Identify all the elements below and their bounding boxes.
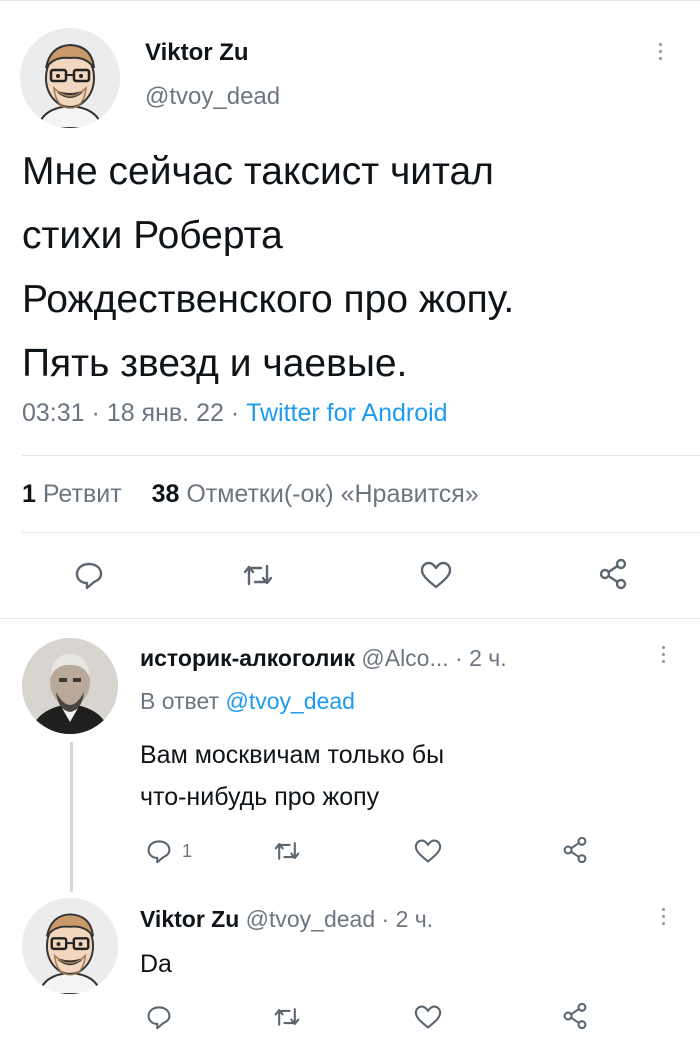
tweet-date[interactable]: 18 янв. 22 (107, 399, 224, 427)
reply-author-avatar[interactable] (22, 638, 118, 734)
author-handle[interactable]: @tvoy_dead (145, 82, 280, 112)
cartoon-avatar-icon (20, 28, 120, 128)
reply-text-line: что-нибудь про жопу (140, 783, 380, 811)
more-options-icon[interactable] (662, 908, 668, 929)
reply-icon[interactable] (74, 560, 104, 590)
tweet-text: Мне сейчас таксист читал стихи Роберта Р… (22, 140, 514, 396)
more-options-icon[interactable] (659, 43, 665, 64)
likes-count[interactable]: 38 (152, 480, 180, 508)
tweet-text-line: Рождественского про жопу. (22, 278, 515, 321)
reply-icon[interactable] (146, 1004, 172, 1030)
portrait-photo-icon (22, 638, 118, 734)
retweets-label[interactable]: Ретвит (43, 480, 122, 508)
reply-count[interactable]: 1 (182, 840, 192, 862)
reply-author-avatar[interactable] (22, 898, 118, 994)
thread-connector-line (70, 742, 73, 892)
reply-author-handle[interactable]: @Alco... (361, 645, 448, 671)
retweet-icon[interactable] (241, 560, 275, 590)
likes-label[interactable]: Отметки(-ок) «Нравится» (186, 480, 478, 508)
reply-header: историк-алкоголик @Alco... · 2 ч. (140, 643, 507, 673)
share-icon[interactable] (562, 836, 588, 864)
reply-time[interactable]: · 2 ч. (455, 645, 507, 671)
reply-header: Viktor Zu @tvoy_dead · 2 ч. (140, 904, 433, 934)
reply-to-handle[interactable]: @tvoy_dead (225, 688, 355, 714)
tweet-text-line: Мне сейчас таксист читал (22, 150, 494, 193)
reply-author-name[interactable]: историк-алкоголик (140, 645, 355, 671)
author-name[interactable]: Viktor Zu (145, 38, 249, 68)
reply-icon[interactable] (146, 838, 172, 864)
like-icon[interactable] (414, 838, 442, 864)
cartoon-avatar-icon (22, 898, 118, 994)
like-icon[interactable] (414, 1004, 442, 1030)
retweets-count[interactable]: 1 (22, 480, 36, 508)
reply-to-line: В ответ @tvoy_dead (140, 686, 355, 716)
share-icon[interactable] (598, 558, 628, 590)
like-icon[interactable] (420, 560, 452, 590)
reply-text: Вам москвичам только бы что-нибудь про ж… (140, 734, 444, 818)
more-options-icon[interactable] (662, 646, 668, 667)
reply-to-prefix: В ответ (140, 688, 220, 714)
engagement-stats: 1 Ретвит 38 Отметки(-ок) «Нравится» (22, 478, 479, 510)
tweet-meta: 03:31 · 18 янв. 22 · Twitter for Android (22, 397, 448, 429)
share-icon[interactable] (562, 1002, 588, 1030)
tweet-text-line: Пять звезд и чаевые. (22, 342, 408, 385)
tweet-time[interactable]: 03:31 (22, 399, 85, 427)
meta-separator: · (91, 399, 100, 427)
author-avatar[interactable] (20, 28, 120, 128)
retweet-icon[interactable] (272, 838, 302, 864)
reply-author-name[interactable]: Viktor Zu (140, 906, 239, 932)
reply-text-line: Вам москвичам только бы (140, 741, 445, 769)
meta-separator: · (230, 399, 240, 427)
tweet-text-line: стихи Роберта (22, 214, 283, 257)
reply-author-handle[interactable]: @tvoy_dead (246, 906, 376, 932)
tweet-source-link[interactable]: Twitter for Android (246, 399, 447, 427)
reply-time[interactable]: · 2 ч. (382, 906, 434, 932)
reply-text: Da (140, 950, 172, 978)
retweet-icon[interactable] (272, 1004, 302, 1030)
